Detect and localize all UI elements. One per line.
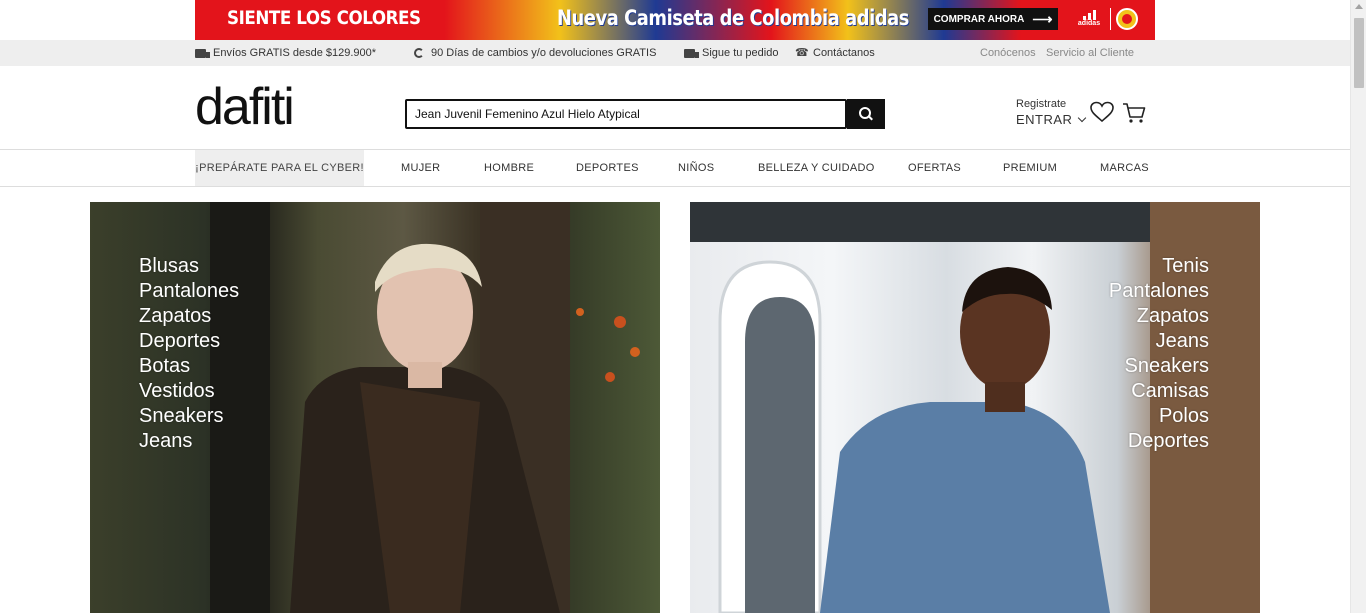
nav-item-marcas[interactable]: MARCAS [1100,150,1149,186]
utility-bar: Envíos GRATIS desde $129.900* 90 Días de… [0,40,1350,66]
women-link-botas[interactable]: Botas [139,354,239,379]
promo-left-text: SIENTE LOS COLORES [227,7,421,29]
men-link-zapatos[interactable]: Zapatos [1109,304,1209,329]
shop-now-label: COMPRAR AHORA [933,13,1025,25]
men-link-deportes[interactable]: Deportes [1109,429,1209,454]
women-link-deportes[interactable]: Deportes [139,329,239,354]
women-link-pantalones[interactable]: Pantalones [139,279,239,304]
promo-banner[interactable]: SIENTE LOS COLORES Nueva Camiseta de Col… [0,0,1350,40]
about-link[interactable]: Conócenos [980,47,1036,59]
adidas-label: adidas [1077,20,1101,27]
men-link-camisas[interactable]: Camisas [1109,379,1209,404]
cart-icon[interactable] [1122,102,1146,124]
main-nav: ¡PREPÁRATE PARA EL CYBER! MUJER HOMBRE D… [0,150,1350,187]
cycle-icon [414,48,424,58]
nav-item-deportes[interactable]: DEPORTES [576,150,639,186]
promo-divider [1110,8,1111,30]
nav-item-mujer[interactable]: MUJER [401,150,440,186]
search-bar [405,99,885,129]
page: SIENTE LOS COLORES Nueva Camiseta de Col… [0,0,1366,613]
dafiti-logo[interactable]: dafiti [195,81,295,133]
chevron-down-icon [1078,113,1087,122]
women-link-sneakers[interactable]: Sneakers [139,404,239,429]
free-shipping-link[interactable]: Envíos GRATIS desde $129.900* [195,47,376,59]
men-link-sneakers[interactable]: Sneakers [1109,354,1210,379]
nav-item-ofertas[interactable]: OFERTAS [908,150,961,186]
truck-icon [684,48,699,58]
contact-link[interactable]: Contáctanos [795,46,875,60]
federation-crest-icon [1116,8,1138,30]
nav-item-cyber[interactable]: ¡PREPÁRATE PARA EL CYBER! [195,150,364,186]
women-link-blusas[interactable]: Blusas [139,254,239,279]
track-order-text: Sigue tu pedido [702,47,779,59]
arrow-right-icon: ⟶ [1032,10,1053,27]
nav-item-hombre[interactable]: HOMBRE [484,150,534,186]
promo-headline: Nueva Camiseta de Colombia adidas [557,6,910,30]
men-link-pantalones[interactable]: Pantalones [1109,279,1209,304]
contact-text: Contáctanos [813,47,875,59]
women-link-zapatos[interactable]: Zapatos [139,304,239,329]
men-category-list: Tenis Pantalones Zapatos Jeans Sneakers … [1109,254,1209,454]
adidas-logo: adidas [1075,10,1103,30]
women-link-vestidos[interactable]: Vestidos [139,379,239,404]
nav-item-ninos[interactable]: NIÑOS [678,150,714,186]
heart-icon[interactable] [1090,101,1114,123]
login-dropdown[interactable]: ENTRAR [1016,112,1087,127]
customer-service-link[interactable]: Servicio al Cliente [1046,47,1134,59]
scroll-up-arrow-icon[interactable] [1355,4,1363,9]
free-shipping-text: Envíos GRATIS desde $129.900* [213,47,377,59]
shop-now-button[interactable]: COMPRAR AHORA ⟶ [928,8,1058,30]
men-link-tenis[interactable]: Tenis [1109,254,1209,279]
returns-text: 90 Días de cambios y/o devoluciones GRAT… [431,47,657,59]
adidas-stripes-icon [1075,10,1103,20]
promo-image[interactable]: SIENTE LOS COLORES Nueva Camiseta de Col… [195,0,1155,40]
women-category-list: Blusas Pantalones Zapatos Deportes Botas… [139,254,239,454]
register-link[interactable]: Registrate [1016,98,1085,110]
search-icon [859,107,873,121]
site-header: dafiti Registrate ENTRAR [0,66,1350,150]
scrollbar-thumb[interactable] [1354,18,1364,88]
account-menu[interactable]: Registrate ENTRAR [1016,98,1087,127]
page-scrollbar[interactable] [1350,0,1366,613]
phone-icon [795,46,809,59]
nav-item-premium[interactable]: PREMIUM [1003,150,1057,186]
search-button[interactable] [847,99,885,129]
returns-link[interactable]: 90 Días de cambios y/o devoluciones GRAT… [414,47,656,59]
hero-men-banner[interactable]: Tenis Pantalones Zapatos Jeans Sneakers … [690,202,1260,613]
nav-item-belleza[interactable]: BELLEZA Y CUIDADO [758,150,875,186]
men-link-polos[interactable]: Polos [1109,404,1209,429]
truck-icon [195,48,210,58]
men-link-jeans[interactable]: Jeans [1109,329,1209,354]
hero-women-banner[interactable]: Blusas Pantalones Zapatos Deportes Botas… [90,202,660,613]
track-order-link[interactable]: Sigue tu pedido [684,47,778,59]
search-input[interactable] [405,99,847,129]
login-label: ENTRAR [1016,112,1073,127]
women-link-jeans[interactable]: Jeans [139,429,239,454]
